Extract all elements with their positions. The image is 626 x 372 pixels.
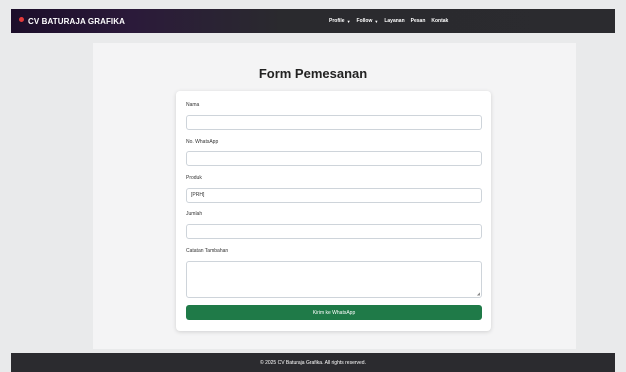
chevron-down-icon: ▼ <box>374 18 379 24</box>
jumlah-field[interactable] <box>186 224 482 239</box>
nav-item-label: Layanan <box>384 18 405 24</box>
whatsapp-label: No. WhatsApp <box>186 139 219 145</box>
nav-item-label: Kontak <box>431 18 449 24</box>
brand-name: CV BATURAJA GRAFIKA <box>28 16 126 26</box>
nav-item-profile[interactable]: Profile ▼ <box>329 18 351 24</box>
nav-item-layanan[interactable]: Layanan <box>384 18 404 24</box>
produk-label: Produk <box>186 175 202 181</box>
chevron-down-icon: ▼ <box>346 18 351 24</box>
nav-item-follow[interactable]: Follow ▼ <box>357 18 379 24</box>
copyright-text: © 2025 CV Baturaja Grafika. All rights r… <box>260 359 366 366</box>
catatan-label: Catatan Tambahan <box>186 248 229 254</box>
nav-item-label: Follow <box>356 18 373 24</box>
nav-item-pesan[interactable]: Pesan <box>411 18 426 24</box>
resize-handle-icon[interactable]: ◢ <box>477 292 480 296</box>
brand-logo-icon <box>19 16 24 22</box>
catatan-textarea[interactable]: ◢ <box>186 261 482 298</box>
send-whatsapp-button[interactable]: Kirim ke WhatsApp <box>186 305 482 320</box>
nav-item-kontak[interactable]: Kontak <box>431 18 448 24</box>
jumlah-label: Jumlah <box>186 211 203 217</box>
navbar: CV BATURAJA GRAFIKA Profile ▼ Follow ▼ L… <box>11 9 615 33</box>
footer: © 2025 CV Baturaja Grafika. All rights r… <box>11 353 615 372</box>
page-title: Form Pemesanan <box>258 66 368 81</box>
nav-item-label: Profile <box>329 18 345 24</box>
nav-menu: Profile ▼ Follow ▼ Layanan Pesan Kontak <box>329 9 448 33</box>
nav-item-label: Pesan <box>410 18 426 24</box>
whatsapp-field[interactable] <box>186 151 482 166</box>
produk-field[interactable]: [PRH] <box>186 188 482 203</box>
brand-link[interactable]: CV BATURAJA GRAFIKA <box>19 16 126 26</box>
nama-field[interactable] <box>186 115 482 130</box>
nama-label: Nama <box>186 102 200 108</box>
